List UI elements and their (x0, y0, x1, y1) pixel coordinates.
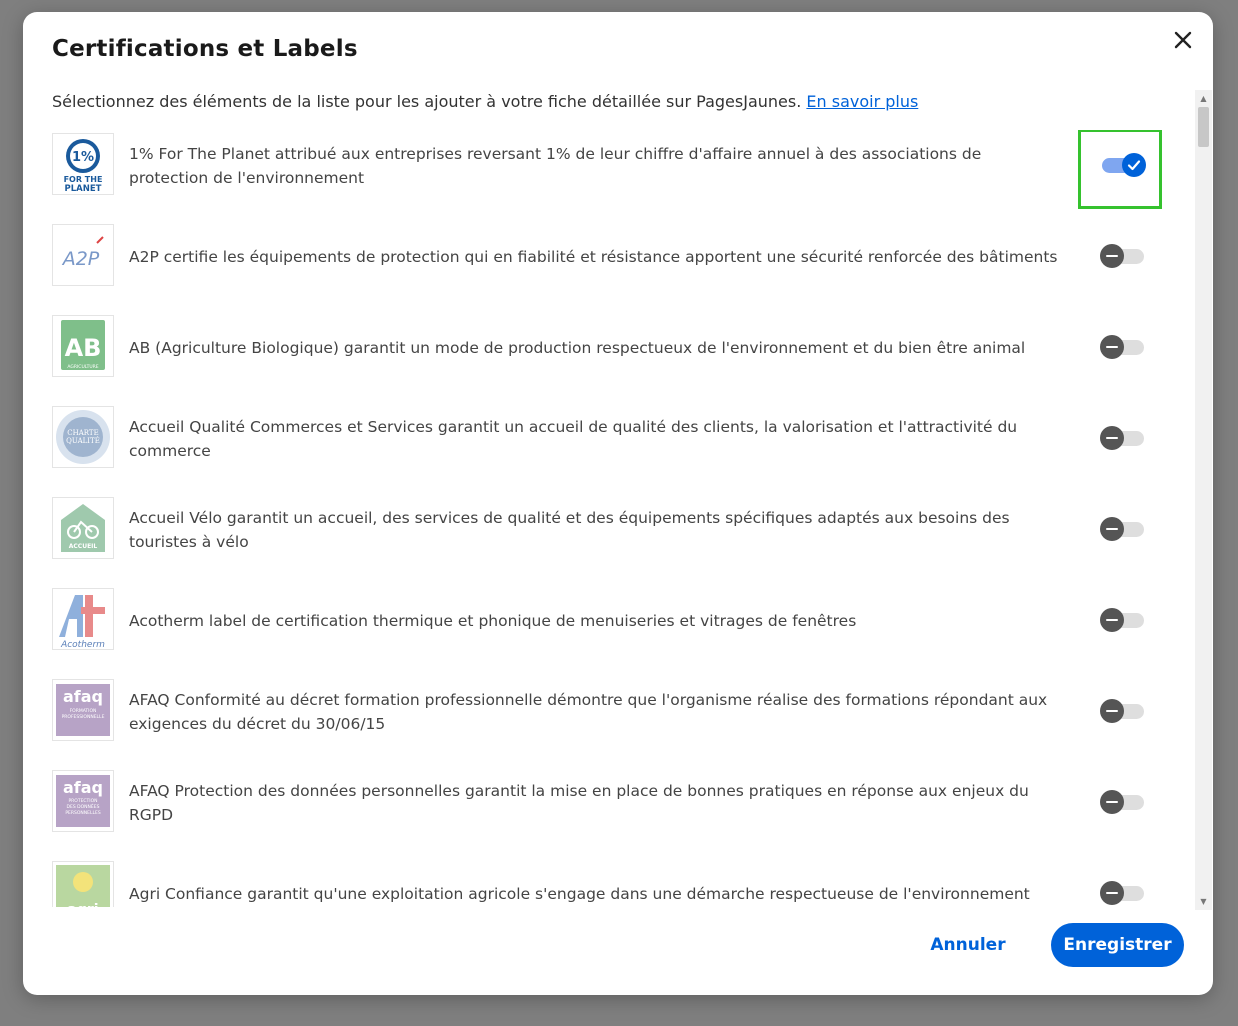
intro-description: Sélectionnez des éléments de la liste po… (52, 92, 802, 111)
certification-label: AFAQ Conformité au décret formation prof… (129, 690, 1048, 733)
logo-accueil-velo: ACCUEIL (52, 497, 114, 559)
svg-text:PROFESSIONNELLE: PROFESSIONNELLE (62, 714, 105, 720)
toggle-accueil-qualite[interactable] (1100, 426, 1144, 450)
list-item: afaq PROTECTION DES DONNÉES PERSONNELLES… (52, 770, 1182, 835)
certification-label: 1% For The Planet attribué aux entrepris… (129, 144, 982, 187)
toggle-accueil-velo[interactable] (1100, 517, 1144, 541)
scroll-down-icon[interactable]: ▼ (1195, 894, 1212, 908)
toggle-afaq-formation[interactable] (1100, 699, 1144, 723)
toggle-afaq-rgpd[interactable] (1100, 790, 1144, 814)
svg-text:PLANET: PLANET (65, 184, 102, 194)
certifications-dialog: Certifications et Labels Sélectionnez de… (23, 12, 1213, 995)
logo-afaq-rgpd: afaq PROTECTION DES DONNÉES PERSONNELLES (52, 770, 114, 832)
list-item: afaq FORMATION PROFESSIONNELLE AFAQ Conf… (52, 679, 1182, 744)
logo-a2p: A2P (52, 224, 114, 286)
scroll-up-icon[interactable]: ▲ (1195, 91, 1212, 105)
svg-text:CHARTE: CHARTE (67, 429, 98, 437)
toggle-acotherm[interactable] (1100, 608, 1144, 632)
svg-text:1%: 1% (72, 150, 94, 165)
certification-label: A2P certifie les équipements de protecti… (129, 247, 1058, 266)
certification-label: Accueil Vélo garantit un accueil, des se… (129, 508, 1010, 551)
scroll-thumb[interactable] (1198, 107, 1209, 147)
logo-acotherm: Acotherm (52, 588, 114, 650)
logo-ab-agriculture-biologique: AB AGRICULTURE (52, 315, 114, 377)
list-item: 1% FOR THE PLANET 1% For The Planet attr… (52, 130, 1182, 209)
toggle-1-percent-for-the-planet[interactable] (1100, 153, 1146, 177)
svg-text:FOR THE: FOR THE (64, 175, 103, 184)
logo-charte-qualite: CHARTE QUALITÉ (52, 406, 114, 468)
toggle-a2p[interactable] (1100, 244, 1144, 268)
svg-text:AB: AB (65, 334, 102, 362)
toggle-agri-confiance[interactable] (1100, 881, 1144, 905)
list-item: agri Agri Confiance garantit qu'une expl… (52, 861, 1182, 907)
svg-text:PERSONNELLES: PERSONNELLES (65, 810, 101, 816)
svg-text:QUALITÉ: QUALITÉ (66, 436, 100, 445)
certification-list[interactable]: 1% FOR THE PLANET 1% For The Planet attr… (52, 130, 1182, 907)
certification-label: Acotherm label de certification thermiqu… (129, 611, 857, 630)
certification-label: Agri Confiance garantit qu'une exploitat… (129, 884, 1030, 903)
save-button[interactable]: Enregistrer (1051, 923, 1184, 967)
logo-afaq-formation: afaq FORMATION PROFESSIONNELLE (52, 679, 114, 741)
certification-label: AB (Agriculture Biologique) garantit un … (129, 338, 1026, 357)
checkmark-icon (1122, 153, 1146, 177)
certification-label: AFAQ Protection des données personnelles… (129, 781, 1029, 824)
list-item: ACCUEIL Accueil Vélo garantit un accueil… (52, 497, 1182, 562)
svg-text:Acotherm: Acotherm (60, 640, 105, 649)
svg-text:afaq: afaq (63, 778, 103, 797)
list-item: AB AGRICULTURE AB (Agriculture Biologiqu… (52, 315, 1182, 380)
list-item: A2P A2P certifie les équipements de prot… (52, 224, 1182, 289)
logo-1-percent-for-the-planet: 1% FOR THE PLANET (52, 133, 114, 195)
list-item: Acotherm Acotherm label de certification… (52, 588, 1182, 653)
cancel-button[interactable]: Annuler (913, 924, 1023, 966)
list-scrollbar[interactable]: ▲ ▼ (1195, 90, 1212, 910)
svg-text:A2P: A2P (61, 248, 100, 270)
close-icon[interactable] (1171, 28, 1195, 52)
logo-agri-confiance: agri (52, 861, 114, 907)
list-item: CHARTE QUALITÉ Accueil Qualité Commerces… (52, 406, 1182, 471)
svg-text:PROTECTION: PROTECTION (68, 798, 97, 804)
learn-more-link[interactable]: En savoir plus (806, 92, 918, 111)
svg-text:FORMATION: FORMATION (70, 708, 97, 714)
toggle-ab[interactable] (1100, 335, 1144, 359)
intro-text: Sélectionnez des éléments de la liste po… (52, 92, 1152, 111)
dialog-title: Certifications et Labels (52, 36, 358, 62)
svg-text:AGRICULTURE: AGRICULTURE (67, 364, 98, 370)
svg-text:afaq: afaq (63, 687, 103, 706)
svg-text:ACCUEIL: ACCUEIL (69, 543, 98, 550)
svg-text:agri: agri (67, 902, 98, 907)
certification-label: Accueil Qualité Commerces et Services ga… (129, 417, 1018, 460)
